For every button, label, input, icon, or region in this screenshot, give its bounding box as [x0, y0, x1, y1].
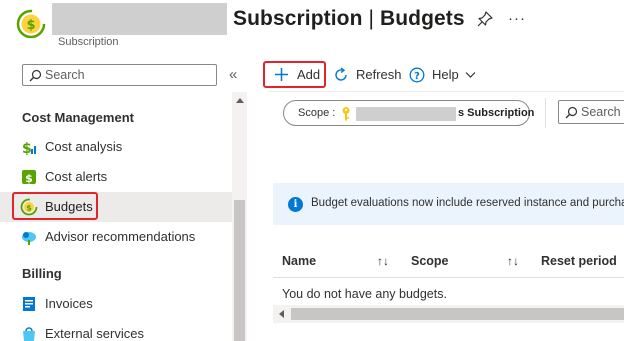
- refresh-icon: [335, 67, 347, 81]
- column-header-scope[interactable]: Scope: [411, 254, 449, 268]
- page-title: Subscription | Budgets: [233, 7, 465, 31]
- nav-item-external-services[interactable]: External services: [0, 319, 232, 341]
- pin-icon[interactable]: [476, 10, 494, 28]
- advisor-icon: [22, 232, 36, 245]
- invoices-icon: [23, 297, 35, 311]
- nav-search-input[interactable]: [45, 67, 213, 83]
- help-button[interactable]: ? Help: [409, 66, 479, 84]
- svg-text:$: $: [22, 141, 32, 156]
- table-horizontal-scrollbar[interactable]: [273, 305, 624, 323]
- nav-item-label: Cost analysis: [45, 139, 123, 154]
- page-title-section: Budgets: [379, 7, 465, 30]
- nav-scrollbar-thumb[interactable]: [234, 200, 245, 341]
- refresh-button-label: Refresh: [356, 67, 402, 82]
- nav-item-cost-analysis[interactable]: $ Cost analysis: [0, 132, 232, 162]
- cost-alerts-icon: $: [22, 170, 36, 185]
- more-options-icon[interactable]: ···: [508, 10, 526, 27]
- table-header-divider: [273, 277, 624, 278]
- budget-search-box[interactable]: [558, 100, 624, 124]
- page-title-main: Subscription: [233, 7, 363, 30]
- svg-text:$: $: [26, 18, 35, 33]
- external-services-icon: [23, 327, 35, 341]
- nav-item-label: Advisor recommendations: [45, 229, 196, 244]
- cost-analysis-icon: $: [22, 141, 36, 156]
- nav-item-advisor-recommendations[interactable]: Advisor recommendations: [0, 222, 232, 252]
- search-icon: [565, 106, 578, 119]
- nav-search-box[interactable]: [22, 64, 217, 86]
- redacted-subscription-name: [52, 3, 227, 35]
- svg-text:$: $: [25, 172, 33, 185]
- budgets-highlight-box: [12, 192, 98, 220]
- sort-scope-icon[interactable]: ↑↓: [507, 254, 519, 268]
- empty-table-message: You do not have any budgets.: [282, 287, 447, 301]
- nav-item-label: Cost alerts: [45, 169, 108, 184]
- chevron-down-icon: [465, 72, 476, 78]
- filter-separator: [545, 98, 546, 128]
- nav-section-cost-management: Cost Management: [22, 110, 134, 125]
- nav-section-billing: Billing: [22, 266, 62, 281]
- budget-search-input[interactable]: [581, 105, 624, 119]
- info-banner-text: Budget evaluations now include reserved …: [311, 197, 624, 209]
- nav-item-label: External services: [45, 326, 144, 341]
- page-title-separator: |: [362, 7, 380, 30]
- info-banner: i Budget evaluations now include reserve…: [273, 183, 624, 225]
- help-icon: ?: [409, 67, 425, 83]
- table-scrollbar-thumb[interactable]: [291, 308, 624, 320]
- scope-label: Scope :: [298, 107, 336, 119]
- redacted-scope-name: [356, 107, 456, 121]
- scope-value: s Subscription: [458, 107, 535, 119]
- add-highlight-box: [263, 61, 326, 88]
- collapse-nav-icon[interactable]: «: [229, 66, 237, 83]
- toolbar-divider: [268, 91, 624, 92]
- scroll-left-arrow-icon[interactable]: [279, 310, 284, 318]
- nav-item-invoices[interactable]: Invoices: [0, 289, 232, 319]
- help-button-label: Help: [432, 67, 459, 82]
- column-header-reset-period[interactable]: Reset period: [541, 254, 617, 268]
- scope-filter-pill[interactable]: Scope : s Subscription: [283, 100, 534, 126]
- info-icon: i: [288, 197, 303, 212]
- page-subtitle: Subscription: [58, 36, 119, 48]
- sort-name-icon[interactable]: ↑↓: [377, 254, 389, 268]
- key-icon: [342, 107, 350, 121]
- search-icon: [29, 69, 42, 82]
- svg-text:?: ?: [414, 71, 420, 82]
- nav-item-cost-alerts[interactable]: $ Cost alerts: [0, 162, 232, 192]
- subscription-logo-icon: $: [16, 9, 46, 39]
- column-header-name[interactable]: Name: [282, 254, 316, 268]
- scroll-up-arrow-icon[interactable]: [236, 98, 244, 103]
- nav-item-label: Invoices: [45, 296, 93, 311]
- refresh-button[interactable]: Refresh: [333, 66, 402, 84]
